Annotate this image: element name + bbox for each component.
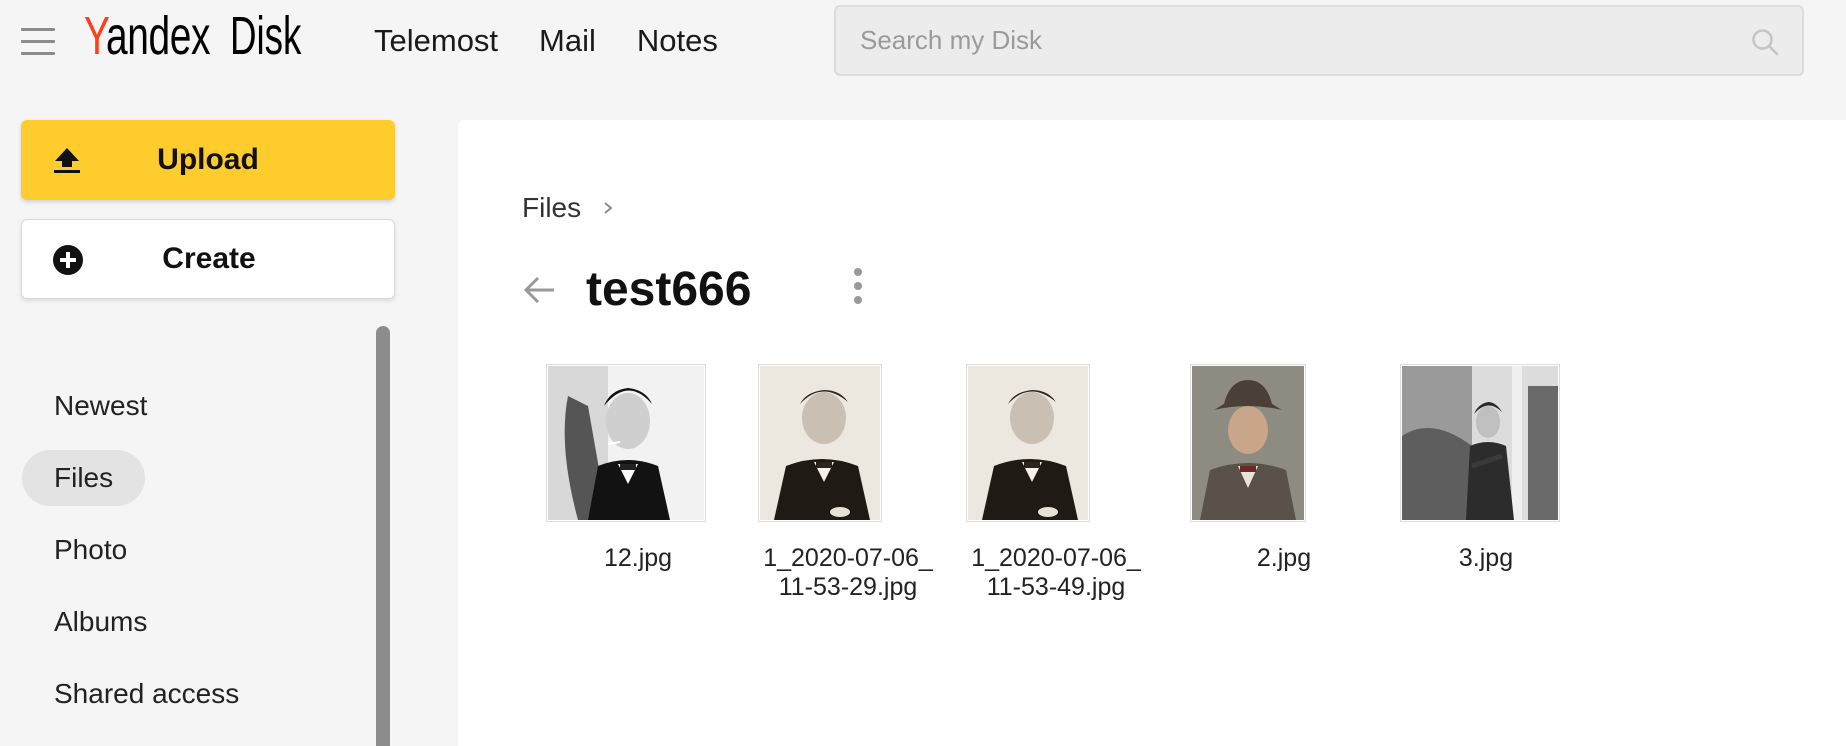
upload-button[interactable]: Upload — [21, 120, 395, 200]
sidebar-item-albums[interactable]: Albums — [22, 594, 179, 650]
nav-telemost-link[interactable]: Telemost — [374, 20, 498, 62]
create-label: Create — [162, 242, 256, 275]
file-name: 12.jpg — [603, 544, 673, 572]
back-arrow-icon[interactable] — [522, 272, 558, 308]
top-navigation: Telemost Mail Notes — [374, 20, 759, 62]
file-thumbnail — [1190, 364, 1306, 522]
search-box — [834, 5, 1804, 76]
logo-disk-text: Disk — [230, 6, 302, 66]
sidebar-scrollbar[interactable] — [376, 326, 390, 746]
sidebar-item-shared-access[interactable]: Shared access — [22, 666, 271, 722]
more-options-icon[interactable] — [848, 266, 868, 306]
chevron-right-icon — [604, 202, 613, 214]
page-title: test666 — [586, 263, 752, 316]
sidebar-item-files[interactable]: Files — [22, 450, 146, 506]
file-name: 2.jpg — [1256, 544, 1312, 572]
search-input[interactable] — [860, 7, 1740, 74]
file-thumbnail — [1400, 364, 1560, 522]
nav-notes-link[interactable]: Notes — [637, 20, 718, 62]
breadcrumb-files-link[interactable]: Files — [522, 192, 581, 224]
upload-label: Upload — [157, 143, 259, 176]
nav-mail-link[interactable]: Mail — [539, 20, 596, 62]
sidebar-item-newest[interactable]: Newest — [22, 378, 179, 434]
file-thumbnail — [966, 364, 1090, 522]
logo-yandex-text: andex — [106, 6, 211, 66]
search-icon[interactable] — [1750, 27, 1780, 57]
yandex-disk-logo[interactable]: Y andex Disk — [84, 6, 301, 66]
create-button[interactable]: Create — [21, 219, 395, 299]
sidebar-item-photo[interactable]: Photo — [22, 522, 159, 578]
file-grid: 12.jpg 1_2020-07-06_ 11-53-29.jpg 1_2020… — [518, 364, 1618, 624]
file-thumbnail — [546, 364, 706, 522]
logo-y-letter: Y — [84, 6, 110, 66]
breadcrumb: Files — [522, 190, 615, 226]
file-name: 1_2020-07-06_ 11-53-29.jpg — [763, 544, 933, 601]
menu-icon[interactable] — [21, 28, 55, 56]
file-name: 3.jpg — [1458, 544, 1514, 572]
header: Y andex Disk Telemost Mail Notes — [0, 0, 1846, 82]
file-name: 1_2020-07-06_ 11-53-49.jpg — [971, 544, 1141, 601]
file-thumbnail — [758, 364, 882, 522]
main-panel: Files test666 12.jpg 1_2020-07-06_ 11-53… — [458, 120, 1846, 746]
